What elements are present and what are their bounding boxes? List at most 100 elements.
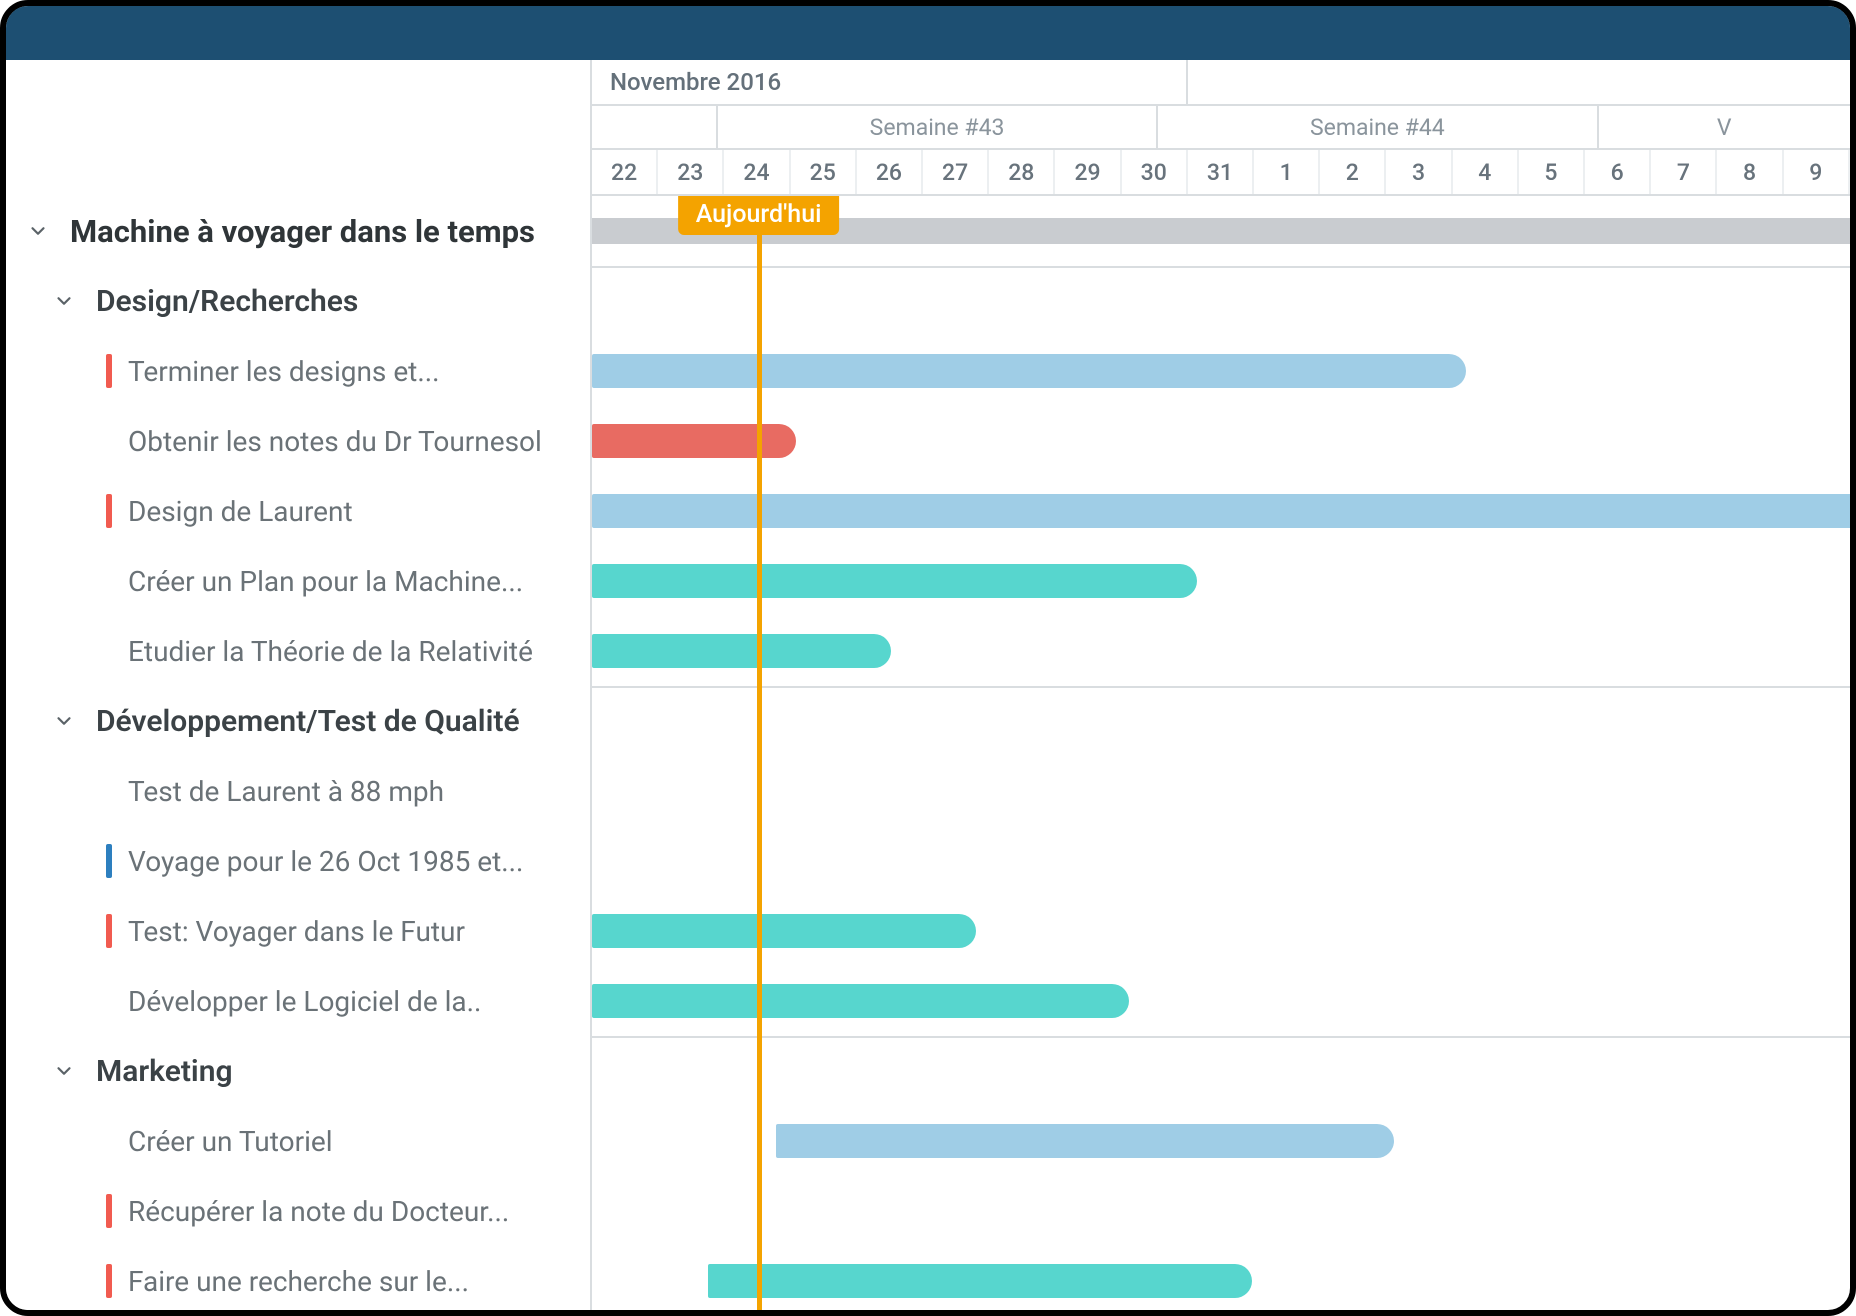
task-tree-sidebar: Machine à voyager dans le temps Design/Re… xyxy=(6,60,592,1310)
today-marker-label: Aujourd'hui xyxy=(678,196,840,235)
task-label: Test: Voyager dans le Futur xyxy=(128,915,465,948)
task-label: Test de Laurent à 88 mph xyxy=(128,775,444,808)
gantt-section-divider xyxy=(592,1036,1850,1038)
gantt-timeline[interactable]: Novembre 2016 Semaine #43Semaine #44V 22… xyxy=(592,60,1850,1310)
task-row[interactable]: Créer un Plan pour la Machine... xyxy=(6,546,590,616)
week-label: V xyxy=(1717,114,1732,141)
timeline-month-cell: Novembre 2016 xyxy=(592,60,1188,104)
task-label: Etudier la Théorie de la Relativité xyxy=(128,635,533,668)
day-number: 9 xyxy=(1809,159,1822,186)
gantt-task-lane xyxy=(592,336,1850,406)
task-row[interactable]: Test de Laurent à 88 mph xyxy=(6,756,590,826)
day-cell[interactable]: 27 xyxy=(923,150,989,194)
gantt-task-lane xyxy=(592,966,1850,1036)
app-header-bar xyxy=(6,6,1850,60)
priority-flag-icon xyxy=(106,984,112,1018)
gantt-section-divider xyxy=(592,266,1850,268)
gantt-task-lane xyxy=(592,266,1850,336)
week-label: Semaine #43 xyxy=(870,114,1005,141)
chevron-down-icon[interactable] xyxy=(50,1057,78,1085)
day-number: 8 xyxy=(1743,159,1756,186)
group-label: Design/Recherches xyxy=(96,284,358,319)
task-label: Voyage pour le 26 Oct 1985 et... xyxy=(128,845,523,878)
task-row[interactable]: Récupérer la note du Docteur... xyxy=(6,1176,590,1246)
task-row[interactable]: Développer le Logiciel de la.. xyxy=(6,966,590,1036)
day-cell[interactable]: 3 xyxy=(1386,150,1452,194)
gantt-section-divider xyxy=(592,686,1850,688)
today-marker-line xyxy=(757,196,762,1310)
gantt-task-lane xyxy=(592,546,1850,616)
day-cell[interactable]: 9 xyxy=(1784,150,1850,194)
day-number: 3 xyxy=(1412,159,1425,186)
day-number: 28 xyxy=(1008,159,1034,186)
priority-flag-icon xyxy=(106,564,112,598)
task-label: Développer le Logiciel de la.. xyxy=(128,985,481,1018)
task-row[interactable]: Test: Voyager dans le Futur xyxy=(6,896,590,966)
priority-flag-icon xyxy=(106,354,112,388)
task-row[interactable]: Faire une recherche sur le... xyxy=(6,1246,590,1316)
day-cell[interactable]: 30 xyxy=(1122,150,1188,194)
day-cell[interactable]: 31 xyxy=(1188,150,1254,194)
group-row[interactable]: Design/Recherches xyxy=(6,266,590,336)
gantt-task-lane xyxy=(592,1246,1850,1310)
day-cell[interactable]: 6 xyxy=(1585,150,1651,194)
project-row[interactable]: Machine à voyager dans le temps xyxy=(6,196,590,266)
gantt-bar[interactable] xyxy=(776,1124,1395,1158)
task-row[interactable]: Etudier la Théorie de la Relativité xyxy=(6,616,590,686)
task-label: Design de Laurent xyxy=(128,495,353,528)
chevron-down-icon[interactable] xyxy=(50,707,78,735)
task-row[interactable]: Voyage pour le 26 Oct 1985 et... xyxy=(6,826,590,896)
day-cell[interactable]: 4 xyxy=(1453,150,1519,194)
week-cell: Semaine #44 xyxy=(1158,106,1598,148)
timeline-day-row: 22232425262728293031123456789 xyxy=(592,150,1850,194)
task-label: Obtenir les notes du Dr Tournesol xyxy=(128,425,542,458)
timeline-month-cell-empty xyxy=(1188,60,1850,104)
day-number: 23 xyxy=(677,159,703,186)
day-number: 4 xyxy=(1478,159,1491,186)
day-cell[interactable]: 24 xyxy=(724,150,790,194)
day-cell[interactable]: 1 xyxy=(1254,150,1320,194)
today-label-text: Aujourd'hui xyxy=(696,200,822,229)
gantt-bar[interactable] xyxy=(592,984,1129,1018)
week-cell: Semaine #43 xyxy=(718,106,1158,148)
day-number: 6 xyxy=(1611,159,1624,186)
gantt-task-lane xyxy=(592,1036,1850,1106)
day-cell[interactable]: 26 xyxy=(857,150,923,194)
day-cell[interactable]: 2 xyxy=(1320,150,1386,194)
day-cell[interactable]: 7 xyxy=(1651,150,1717,194)
day-cell[interactable]: 23 xyxy=(658,150,724,194)
task-row[interactable]: Design de Laurent xyxy=(6,476,590,546)
day-cell[interactable]: 28 xyxy=(989,150,1055,194)
day-number: 29 xyxy=(1074,159,1100,186)
gantt-task-lane xyxy=(592,616,1850,686)
task-label: Faire une recherche sur le... xyxy=(128,1265,469,1298)
gantt-bar[interactable] xyxy=(592,634,891,668)
timeline-week-row: Semaine #43 Semaine #44 V xyxy=(592,106,1850,150)
chevron-down-icon[interactable] xyxy=(24,217,52,245)
task-label: Créer un Plan pour la Machine... xyxy=(128,565,523,598)
day-cell[interactable]: 29 xyxy=(1055,150,1121,194)
gantt-bar[interactable] xyxy=(592,564,1197,598)
day-cell[interactable]: 25 xyxy=(791,150,857,194)
day-cell[interactable]: 8 xyxy=(1717,150,1783,194)
gantt-bar[interactable] xyxy=(592,914,976,948)
day-number: 27 xyxy=(942,159,968,186)
day-cell[interactable]: 5 xyxy=(1519,150,1585,194)
gantt-bar[interactable] xyxy=(592,494,1850,528)
timeline-body xyxy=(592,196,1850,1310)
gantt-bar[interactable] xyxy=(708,1264,1252,1298)
task-row[interactable]: Obtenir les notes du Dr Tournesol xyxy=(6,406,590,476)
gantt-bar[interactable] xyxy=(592,424,796,458)
month-label: Novembre 2016 xyxy=(610,68,781,96)
group-row[interactable]: Développement/Test de Qualité xyxy=(6,686,590,756)
task-row[interactable]: Terminer les designs et... xyxy=(6,336,590,406)
task-row[interactable]: Créer un Tutoriel xyxy=(6,1106,590,1176)
gantt-bar[interactable] xyxy=(592,354,1466,388)
gantt-task-lane xyxy=(592,826,1850,896)
day-number: 22 xyxy=(611,159,637,186)
day-number: 31 xyxy=(1207,159,1233,186)
day-cell[interactable]: 22 xyxy=(592,150,658,194)
chevron-down-icon[interactable] xyxy=(50,287,78,315)
group-row[interactable]: Marketing xyxy=(6,1036,590,1106)
priority-flag-icon xyxy=(106,1194,112,1228)
